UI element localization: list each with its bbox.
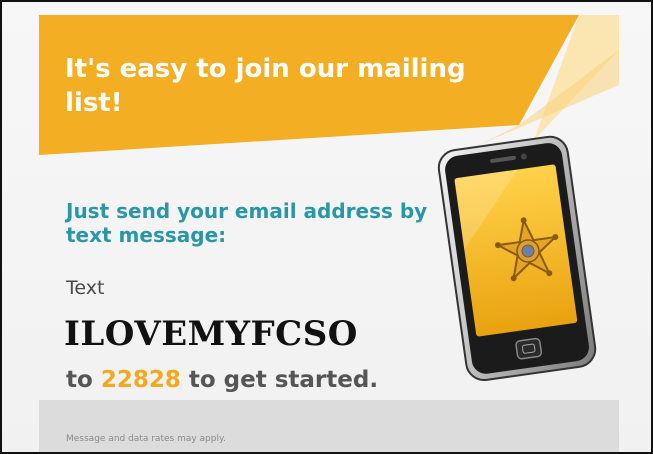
footer-bar [39,400,619,452]
cta-suffix: to get started. [188,367,379,393]
sheriff-star-badge-icon [494,217,562,285]
cta-prefix: to [66,367,93,393]
headline: It's easy to join our mailing list! [65,54,466,118]
disclaimer-text: Message and data rates may apply. [66,434,226,444]
subheading: Just send your email address by text mes… [66,199,428,247]
text-label: Text [66,277,105,299]
sms-keyword: ILOVEMYFCSO [64,314,358,354]
short-code: 22828 [100,367,181,393]
mailing-list-promo-card: It's easy to join our mailing list! Just… [0,0,653,454]
call-to-action: to 22828 to get started. [66,366,378,394]
